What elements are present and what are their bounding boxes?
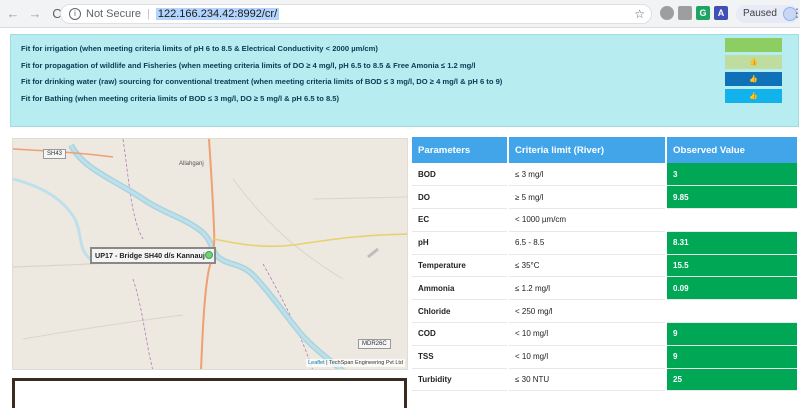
road-shield-mdr26c: MDR26C bbox=[358, 339, 391, 349]
thumbs-up-icon: 👍 bbox=[749, 76, 758, 83]
table-row: DO ≥ 5 mg/l 9.85 bbox=[412, 185, 799, 210]
header-parameters: Parameters bbox=[412, 137, 509, 163]
parameter-name: Ammonia bbox=[412, 276, 509, 301]
station-tooltip: UP17 - Bridge SH40 d/s Kannauj bbox=[90, 247, 216, 264]
parameter-name: COD bbox=[412, 322, 509, 346]
parameter-name: EC bbox=[412, 208, 509, 232]
criteria-value: < 10 mg/l bbox=[508, 345, 667, 369]
table-row: BOD ≤ 3 mg/l 3 bbox=[412, 163, 799, 187]
criteria-value: 6.5 - 8.5 bbox=[508, 231, 667, 255]
table-row: Turbidity ≤ 30 NTU 25 bbox=[412, 368, 799, 392]
criteria-value: ≥ 5 mg/l bbox=[508, 185, 667, 210]
road-shield-sh43: SH43 bbox=[43, 149, 67, 159]
bookmark-star-icon[interactable]: ☆ bbox=[634, 7, 645, 21]
thumbs-up-icon: 👍 bbox=[749, 93, 758, 100]
criteria-value: ≤ 30 NTU bbox=[508, 368, 667, 392]
observed-value bbox=[666, 208, 799, 232]
criteria-value: ≤ 35°C bbox=[508, 254, 667, 278]
criteria-value: ≤ 3 mg/l bbox=[508, 163, 667, 187]
swatch-wildlife: 👍 bbox=[725, 55, 782, 69]
legend-wildlife: Fit for propagation of wildlife and Fish… bbox=[21, 61, 476, 70]
observed-value: 0.09 bbox=[666, 276, 799, 301]
observed-value: 9 bbox=[666, 322, 799, 346]
parameter-name: Chloride bbox=[412, 299, 509, 324]
info-box bbox=[12, 378, 407, 408]
table-row: Ammonia ≤ 1.2 mg/l 0.09 bbox=[412, 276, 799, 301]
parameter-name: pH bbox=[412, 231, 509, 255]
extension-g-icon[interactable]: G bbox=[696, 6, 710, 20]
fitness-legend: Fit for irrigation (when meeting criteri… bbox=[10, 34, 799, 127]
criteria-value: < 250 mg/l bbox=[508, 299, 667, 324]
map-attribution: Leaflet | TechSpan Engineering Pvt Ltd bbox=[306, 359, 405, 367]
observed-value: 25 bbox=[666, 368, 799, 392]
criteria-value: < 1000 µm/cm bbox=[508, 208, 667, 232]
info-icon[interactable]: i bbox=[69, 8, 81, 20]
observed-value: 15.5 bbox=[666, 254, 799, 278]
observed-value bbox=[666, 299, 799, 324]
observed-value: 3 bbox=[666, 163, 799, 187]
legend-irrigation: Fit for irrigation (when meeting criteri… bbox=[21, 44, 378, 53]
place-label-allahganj: Allahganj bbox=[179, 161, 204, 167]
paused-label: Paused bbox=[743, 8, 777, 19]
extension-box-icon[interactable] bbox=[678, 6, 692, 20]
url-text[interactable]: 122.166.234.42:8992/cr/ bbox=[155, 8, 280, 20]
profile-paused-button[interactable]: Paused bbox=[736, 5, 799, 23]
parameter-name: DO bbox=[412, 185, 509, 210]
map-view[interactable]: SH43 Allahganj MDR26C UP17 - Bridge SH40… bbox=[12, 138, 408, 370]
table-row: Chloride < 250 mg/l bbox=[412, 299, 799, 324]
parameter-name: Turbidity bbox=[412, 368, 509, 392]
back-arrow-icon[interactable]: ← bbox=[4, 5, 22, 23]
observed-value: 9.85 bbox=[666, 185, 799, 210]
criteria-value: < 10 mg/l bbox=[508, 322, 667, 346]
menu-icon[interactable]: ⋮ bbox=[791, 6, 800, 20]
header-observed: Observed Value bbox=[666, 137, 799, 163]
security-label: Not Secure bbox=[86, 8, 142, 20]
table-row: Temperature ≤ 35°C 15.5 bbox=[412, 254, 799, 278]
address-bar[interactable]: i Not Secure | 122.166.234.42:8992/cr/ ☆ bbox=[60, 4, 652, 24]
criteria-value: ≤ 1.2 mg/l bbox=[508, 276, 667, 301]
table-row: TSS < 10 mg/l 9 bbox=[412, 345, 799, 369]
table-row: pH 6.5 - 8.5 8.31 bbox=[412, 231, 799, 255]
parameters-table: Parameters Criteria limit (River) Observ… bbox=[412, 137, 799, 392]
extension-a-icon[interactable]: A bbox=[714, 6, 728, 20]
browser-toolbar: ← → C i Not Secure | 122.166.234.42:8992… bbox=[0, 0, 800, 28]
legend-bathing: Fit for Bathing (when meeting criteria l… bbox=[21, 94, 340, 103]
extension-circle-icon[interactable] bbox=[660, 6, 674, 20]
parameter-name: TSS bbox=[412, 345, 509, 369]
header-criteria: Criteria limit (River) bbox=[508, 137, 667, 163]
station-marker[interactable] bbox=[205, 251, 213, 259]
thumbs-up-icon: 👍 bbox=[749, 59, 758, 66]
table-row: EC < 1000 µm/cm bbox=[412, 208, 799, 232]
legend-drinking: Fit for drinking water (raw) sourcing fo… bbox=[21, 77, 503, 86]
forward-arrow-icon[interactable]: → bbox=[26, 5, 44, 23]
attribution-text: | TechSpan Engineering Pvt Ltd bbox=[326, 360, 403, 366]
swatch-irrigation bbox=[725, 38, 782, 52]
separator: | bbox=[147, 8, 150, 20]
parameter-name: BOD bbox=[412, 163, 509, 187]
table-header-row: Parameters Criteria limit (River) Observ… bbox=[412, 137, 799, 163]
observed-value: 8.31 bbox=[666, 231, 799, 255]
leaflet-link[interactable]: Leaflet bbox=[308, 360, 325, 366]
table-row: COD < 10 mg/l 9 bbox=[412, 322, 799, 346]
parameter-name: Temperature bbox=[412, 254, 509, 278]
observed-value: 9 bbox=[666, 345, 799, 369]
swatch-drinking: 👍 bbox=[725, 72, 782, 86]
swatch-bathing: 👍 bbox=[725, 89, 782, 103]
